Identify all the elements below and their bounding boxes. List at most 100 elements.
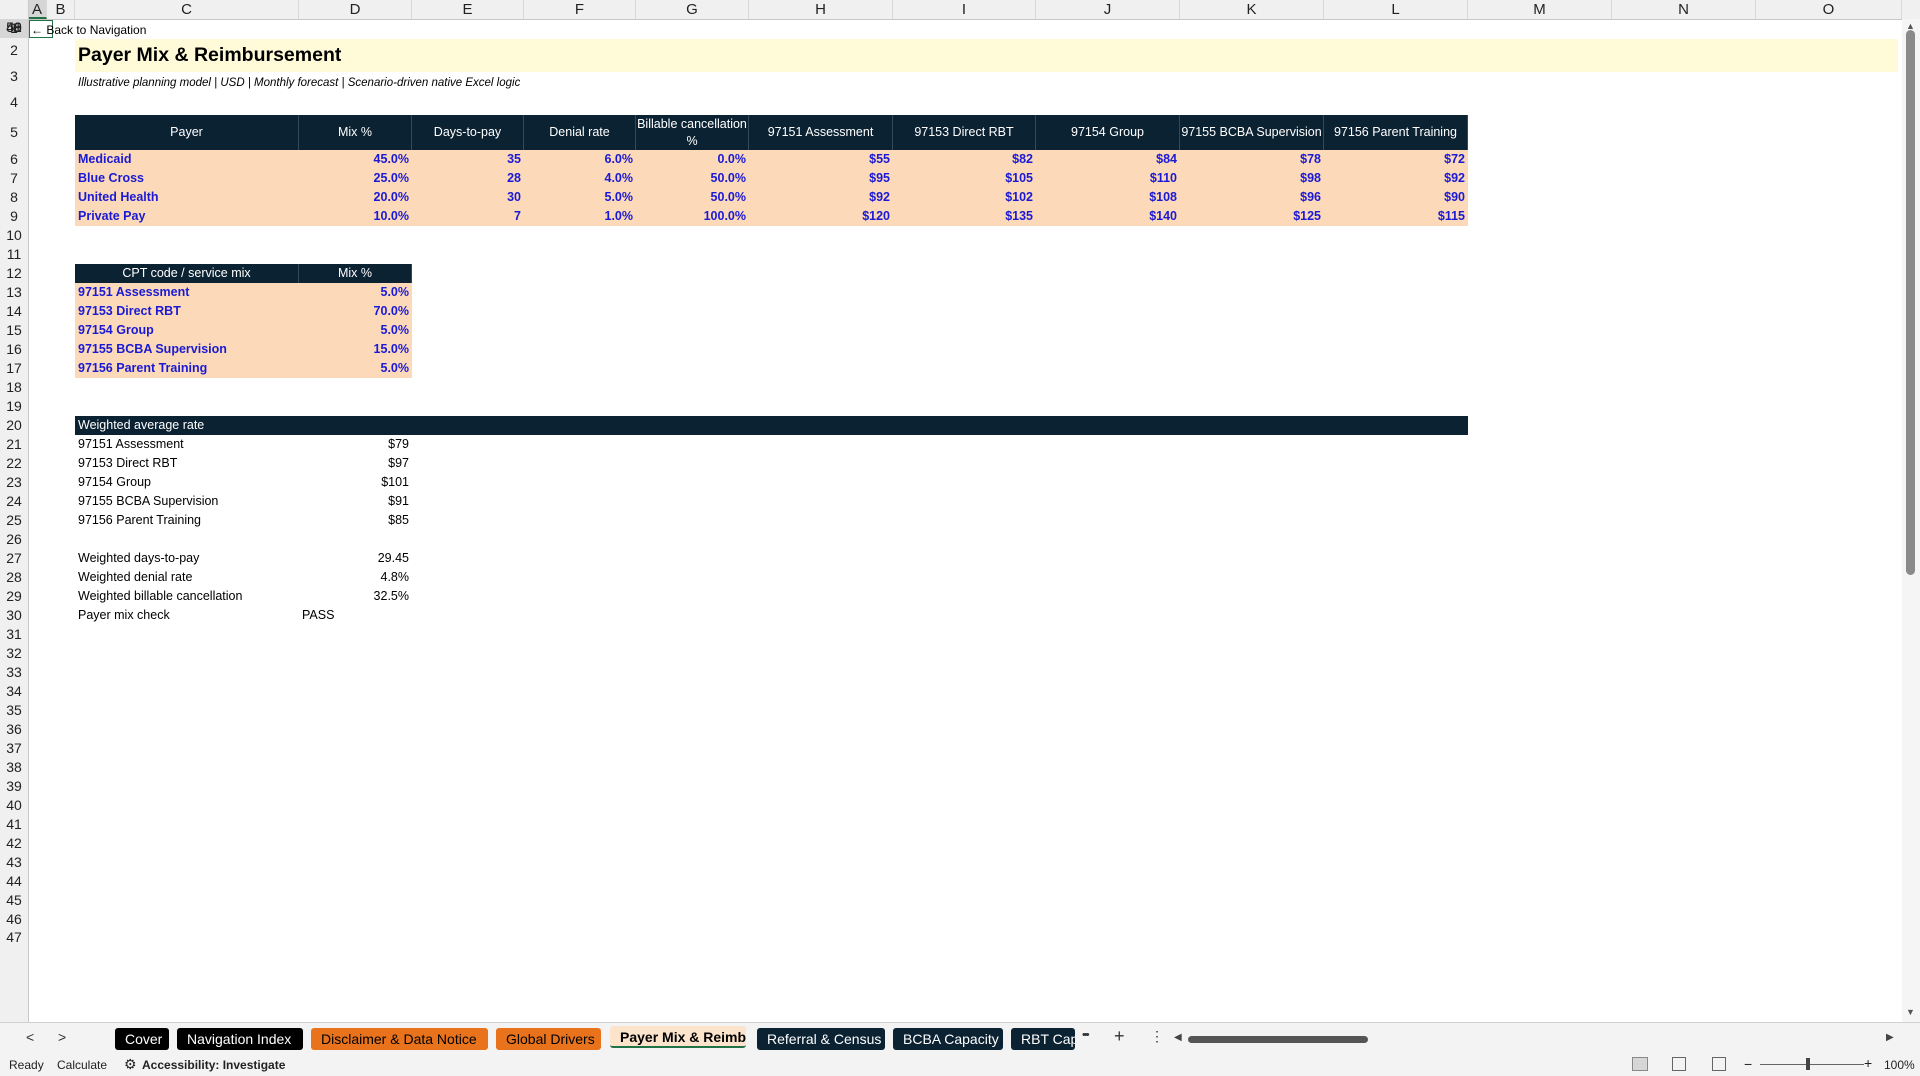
- page-layout-icon[interactable]: [1672, 1057, 1686, 1071]
- column-header-g[interactable]: G: [636, 0, 749, 19]
- payer-input-cell[interactable]: 4.0%: [524, 169, 636, 188]
- payer-input-cell[interactable]: $110: [1036, 169, 1180, 188]
- zoom-slider[interactable]: [1760, 1064, 1864, 1065]
- payer-input-cell[interactable]: 100.0%: [636, 207, 749, 226]
- weighted-rate-value[interactable]: $91: [299, 492, 412, 511]
- sheet-tab[interactable]: Referral & Census: [757, 1028, 885, 1050]
- row-header-51[interactable]: 51: [0, 19, 28, 35]
- row-header-11[interactable]: 11: [0, 245, 28, 264]
- back-to-navigation-link[interactable]: ← Back to Navigation: [29, 20, 146, 38]
- payer-input-cell[interactable]: 25.0%: [299, 169, 412, 188]
- payer-input-cell[interactable]: $125: [1180, 207, 1324, 226]
- tab-prev-icon[interactable]: <: [26, 1029, 34, 1045]
- row-header-5[interactable]: 5: [0, 115, 28, 150]
- row-header-15[interactable]: 15: [0, 321, 28, 340]
- zoom-slider-thumb[interactable]: [1806, 1058, 1810, 1070]
- payer-input-cell[interactable]: $96: [1180, 188, 1324, 207]
- row-header-24[interactable]: 24: [0, 492, 28, 511]
- row-header-12[interactable]: 12: [0, 264, 28, 283]
- column-header-k[interactable]: K: [1180, 0, 1324, 19]
- row-header-28[interactable]: 28: [0, 568, 28, 587]
- row-header-34[interactable]: 34: [0, 682, 28, 701]
- cpt-code-name[interactable]: 97151 Assessment: [75, 283, 299, 302]
- weighted-rate-value[interactable]: $79: [299, 435, 412, 454]
- payer-input-cell[interactable]: $120: [749, 207, 893, 226]
- cpt-mix-input[interactable]: 15.0%: [299, 340, 412, 359]
- payer-input-cell[interactable]: $55: [749, 150, 893, 169]
- row-header-42[interactable]: 42: [0, 834, 28, 853]
- row-header-30[interactable]: 30: [0, 606, 28, 625]
- sheet-tab[interactable]: RBT Capa: [1011, 1028, 1075, 1050]
- row-header-36[interactable]: 36: [0, 720, 28, 739]
- sheet-tab[interactable]: Navigation Index: [177, 1028, 303, 1050]
- summary-value[interactable]: 4.8%: [299, 568, 412, 587]
- payer-input-cell[interactable]: $102: [893, 188, 1036, 207]
- normal-view-icon[interactable]: [1632, 1057, 1648, 1071]
- sheet-tab[interactable]: Disclaimer & Data Notice: [311, 1028, 488, 1050]
- row-header-33[interactable]: 33: [0, 663, 28, 682]
- payer-input-cell[interactable]: 6.0%: [524, 150, 636, 169]
- accessibility-status[interactable]: Accessibility: Investigate: [142, 1058, 285, 1072]
- cpt-code-name[interactable]: 97153 Direct RBT: [75, 302, 299, 321]
- payer-input-cell[interactable]: $135: [893, 207, 1036, 226]
- zoom-level[interactable]: 100%: [1884, 1058, 1915, 1072]
- payer-input-cell[interactable]: $115: [1324, 207, 1468, 226]
- payer-input-cell[interactable]: 35: [412, 150, 524, 169]
- row-header-44[interactable]: 44: [0, 872, 28, 891]
- payer-input-cell[interactable]: 20.0%: [299, 188, 412, 207]
- row-header-22[interactable]: 22: [0, 454, 28, 473]
- payer-input-cell[interactable]: 28: [412, 169, 524, 188]
- sheet-tab[interactable]: BCBA Capacity: [893, 1028, 1003, 1050]
- row-header-17[interactable]: 17: [0, 359, 28, 378]
- payer-input-cell[interactable]: $82: [893, 150, 1036, 169]
- sheet-options-icon[interactable]: ⋮: [1150, 1028, 1164, 1045]
- weighted-rate-value[interactable]: $101: [299, 473, 412, 492]
- row-header-9[interactable]: 9: [0, 207, 28, 226]
- row-header-32[interactable]: 32: [0, 644, 28, 663]
- row-header-29[interactable]: 29: [0, 587, 28, 606]
- row-header-20[interactable]: 20: [0, 416, 28, 435]
- row-header-35[interactable]: 35: [0, 701, 28, 720]
- payer-input-cell[interactable]: $90: [1324, 188, 1468, 207]
- row-header-13[interactable]: 13: [0, 283, 28, 302]
- payer-input-cell[interactable]: $92: [1324, 169, 1468, 188]
- row-headers[interactable]: 1 2 3 4 5 6 7 8 9 10 11 12 13 14 15 16 17 18 19 20 21 22 23 24 2…: [0, 19, 29, 1022]
- zoom-out-icon[interactable]: −: [1744, 1056, 1752, 1072]
- spreadsheet-grid[interactable]: ABCDEFGHIJKLMNO 1 2 3 4 5 6 7 8 9 10 11 12 13 14 15 16 1…: [0, 0, 1920, 1022]
- row-header-27[interactable]: 27: [0, 549, 28, 568]
- payer-name[interactable]: Blue Cross: [75, 169, 299, 188]
- tab-next-icon[interactable]: >: [58, 1029, 66, 1045]
- scroll-down-icon[interactable]: ▼: [1906, 1007, 1915, 1017]
- column-header-m[interactable]: M: [1468, 0, 1612, 19]
- payer-input-cell[interactable]: $78: [1180, 150, 1324, 169]
- cpt-mix-input[interactable]: 5.0%: [299, 321, 412, 340]
- weighted-rate-value[interactable]: $97: [299, 454, 412, 473]
- cpt-mix-input[interactable]: 5.0%: [299, 283, 412, 302]
- payer-input-cell[interactable]: $140: [1036, 207, 1180, 226]
- page-break-icon[interactable]: [1712, 1057, 1726, 1071]
- sheet-tab[interactable]: Cover: [115, 1028, 169, 1050]
- row-header-16[interactable]: 16: [0, 340, 28, 359]
- weighted-rate-value[interactable]: $85: [299, 511, 412, 530]
- payer-input-cell[interactable]: 50.0%: [636, 169, 749, 188]
- row-header-38[interactable]: 38: [0, 758, 28, 777]
- payer-input-cell[interactable]: $72: [1324, 150, 1468, 169]
- column-header-b[interactable]: B: [47, 0, 75, 19]
- hscroll-left-icon[interactable]: ◀: [1174, 1032, 1182, 1043]
- column-header-a[interactable]: A: [28, 0, 47, 19]
- row-header-6[interactable]: 6: [0, 150, 28, 169]
- payer-input-cell[interactable]: 50.0%: [636, 188, 749, 207]
- row-header-26[interactable]: 26: [0, 530, 28, 549]
- payer-input-cell[interactable]: $98: [1180, 169, 1324, 188]
- payer-name[interactable]: United Health: [75, 188, 299, 207]
- row-header-47[interactable]: 47: [0, 929, 28, 945]
- row-header-41[interactable]: 41: [0, 815, 28, 834]
- vertical-scroll-thumb[interactable]: [1906, 30, 1915, 575]
- payer-input-cell[interactable]: 1.0%: [524, 207, 636, 226]
- row-header-46[interactable]: 46: [0, 910, 28, 929]
- payer-input-cell[interactable]: 10.0%: [299, 207, 412, 226]
- hscroll-right-icon[interactable]: ▶: [1886, 1032, 1894, 1043]
- payer-mix-check-value[interactable]: PASS: [299, 606, 412, 625]
- horizontal-scrollbar[interactable]: [1188, 1036, 1368, 1043]
- row-header-18[interactable]: 18: [0, 378, 28, 397]
